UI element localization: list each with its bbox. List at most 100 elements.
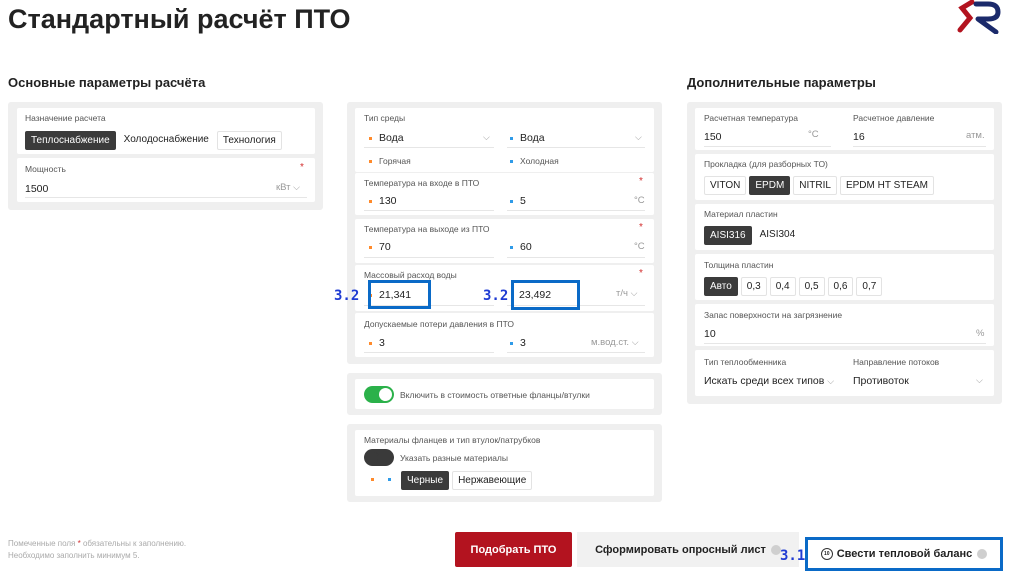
design-temp-unit: °C: [808, 129, 819, 140]
flange-materials-label: Материалы фланцев и тип втулок/патрубков: [364, 435, 541, 445]
plate-material-card: Материал пластин AISI316 AISI304: [695, 204, 994, 250]
purpose-option-cooling[interactable]: Холодоснабжение: [118, 131, 214, 150]
required-mark: *: [300, 162, 304, 173]
power-card: Мощность * 1500 кВт ⌵: [17, 158, 315, 202]
fouling-card: Запас поверхности на загрязнение 10 %: [695, 304, 994, 346]
cold-medium-value: Вода: [520, 132, 545, 144]
pressure-loss-unit-select[interactable]: м.вод.ст. ⌵: [591, 337, 639, 348]
flow-label: Массовый расход воды: [364, 270, 457, 280]
select-phe-button[interactable]: Подобрать ПТО: [455, 532, 572, 567]
hot-side-label: Горячая: [369, 156, 411, 166]
cold-medium-select[interactable]: Вода: [510, 132, 545, 144]
purpose-segmented: Теплоснабжение Холодоснабжение Технологи…: [25, 131, 282, 150]
purpose-card: Назначение расчета Теплоснабжение Холодо…: [17, 108, 315, 154]
divider: [704, 146, 831, 147]
flange-material-segmented: Черные Нержавеющие: [401, 471, 533, 490]
design-temp-label: Расчетная температура: [704, 113, 798, 123]
flanges-toggle-label: Включить в стоимость ответные фланцы/вту…: [400, 390, 590, 400]
step-label: 3.1: [780, 548, 806, 564]
pressure-loss-label: Допускаемые потери давления в ПТО: [364, 319, 515, 329]
diff-materials-toggle[interactable]: [364, 449, 394, 466]
hot-dot: [371, 478, 374, 481]
plate-option-aisi316[interactable]: AISI316: [704, 226, 752, 245]
gasket-option-nitril[interactable]: NITRIL: [793, 176, 837, 195]
required-note: Помеченные поля * обязательны к заполнен…: [8, 539, 187, 560]
chevron-down-icon: ⌵: [827, 376, 835, 386]
chevron-down-icon: ⌵: [293, 182, 300, 192]
thickness-option-04[interactable]: 0,4: [769, 277, 796, 296]
thickness-option-auto[interactable]: Авто: [704, 277, 738, 296]
hx-type-card: Тип теплообменника Искать среди всех тип…: [695, 350, 994, 396]
chevron-down-icon: ⌵: [976, 375, 983, 385]
flanges-toggle-card: Включить в стоимость ответные фланцы/вту…: [355, 379, 654, 409]
temp-unit: °C: [634, 241, 645, 252]
flow-direction-label: Направление потоков: [853, 357, 940, 367]
cold-side-label: Холодная: [510, 156, 559, 166]
pressure-loss-cold-input[interactable]: 3: [510, 337, 526, 349]
cold-dot: [510, 136, 513, 140]
page-title: Стандартный расчёт ПТО: [8, 4, 351, 34]
questionnaire-button[interactable]: Сформировать опросный лист: [577, 532, 799, 567]
thickness-label: Толщина пластин: [704, 260, 774, 270]
purpose-option-heating[interactable]: Теплоснабжение: [25, 131, 116, 150]
flange-option-black[interactable]: Черные: [401, 471, 450, 490]
flanges-toggle[interactable]: [364, 386, 394, 403]
gasket-option-viton[interactable]: VITON: [704, 176, 747, 195]
plate-option-aisi304[interactable]: AISI304: [754, 226, 801, 245]
outlet-temp-label: Температура на выходе из ПТО: [364, 224, 490, 234]
medium-card: Тип среды Вода ⌵ Вода ⌵ Горячая Холодная: [355, 108, 654, 172]
required-mark: *: [639, 222, 643, 233]
design-pressure-label: Расчетное давление: [853, 113, 935, 123]
flange-materials-card: Материалы фланцев и тип втулок/патрубков…: [355, 430, 654, 496]
gasket-option-epdm-ht-steam[interactable]: EPDM HT STEAM: [839, 176, 935, 195]
outlet-cold-input[interactable]: 60: [510, 241, 532, 253]
hx-type-select[interactable]: Искать среди всех типов ⌵: [704, 375, 834, 387]
plate-material-label: Материал пластин: [704, 209, 778, 219]
inlet-temp-label: Температура на входе в ПТО: [364, 178, 480, 188]
divider: [364, 210, 494, 211]
power-label: Мощность: [25, 164, 66, 174]
hot-medium-value: Вода: [379, 132, 404, 144]
fouling-input[interactable]: 10: [704, 328, 716, 340]
outlet-hot-input[interactable]: 70: [369, 241, 391, 253]
hot-dot: [369, 136, 372, 140]
extra-params-heading: Дополнительные параметры: [687, 75, 876, 90]
hot-medium-select[interactable]: Вода: [369, 132, 404, 144]
design-temp-input[interactable]: 150: [704, 131, 722, 143]
cold-dot: [388, 478, 391, 481]
chevron-down-icon: ⌵: [635, 132, 642, 142]
gasket-option-epdm[interactable]: EPDM: [749, 176, 791, 195]
power-input[interactable]: 1500: [25, 183, 48, 195]
medium-label: Тип среды: [364, 113, 406, 123]
design-pressure-input[interactable]: 16: [853, 131, 865, 143]
divider: [364, 257, 494, 258]
required-mark: *: [639, 268, 643, 279]
diff-materials-label: Указать разные материалы: [400, 453, 509, 463]
inlet-cold-input[interactable]: 5: [510, 195, 526, 207]
thickness-option-05[interactable]: 0,5: [798, 277, 825, 296]
divider: [507, 257, 645, 258]
fouling-unit: %: [976, 328, 985, 339]
thickness-option-07[interactable]: 0,7: [856, 277, 883, 296]
flow-direction-select[interactable]: Противоток: [853, 375, 909, 387]
thickness-card: Толщина пластин Авто 0,3 0,4 0,5 0,6 0,7: [695, 254, 994, 300]
chevron-down-icon: ⌵: [630, 288, 638, 298]
divider: [364, 352, 494, 353]
inlet-hot-input[interactable]: 130: [369, 195, 397, 207]
company-logo: [956, 0, 1004, 35]
divider: [507, 210, 645, 211]
power-unit-select[interactable]: кВт ⌵: [276, 182, 300, 193]
purpose-option-technology[interactable]: Технология: [216, 131, 282, 150]
thickness-option-06[interactable]: 0,6: [827, 277, 854, 296]
divider: [25, 197, 307, 198]
inlet-temp-card: Температура на входе в ПТО * 130 5 °C: [355, 173, 654, 215]
thickness-option-03[interactable]: 0,3: [740, 277, 767, 296]
pressure-loss-hot-input[interactable]: 3: [369, 337, 385, 349]
gasket-label: Прокладка (для разборных ТО): [704, 159, 828, 169]
pressure-loss-card: Допускаемые потери давления в ПТО 3 3 м.…: [355, 313, 654, 357]
flange-option-stainless[interactable]: Нержавеющие: [452, 471, 533, 490]
outlet-temp-card: Температура на выходе из ПТО * 70 60 °C: [355, 219, 654, 263]
flow-unit-select[interactable]: т/ч ⌵: [616, 288, 637, 299]
step-label: 3.2: [483, 288, 509, 304]
divider: [853, 146, 986, 147]
